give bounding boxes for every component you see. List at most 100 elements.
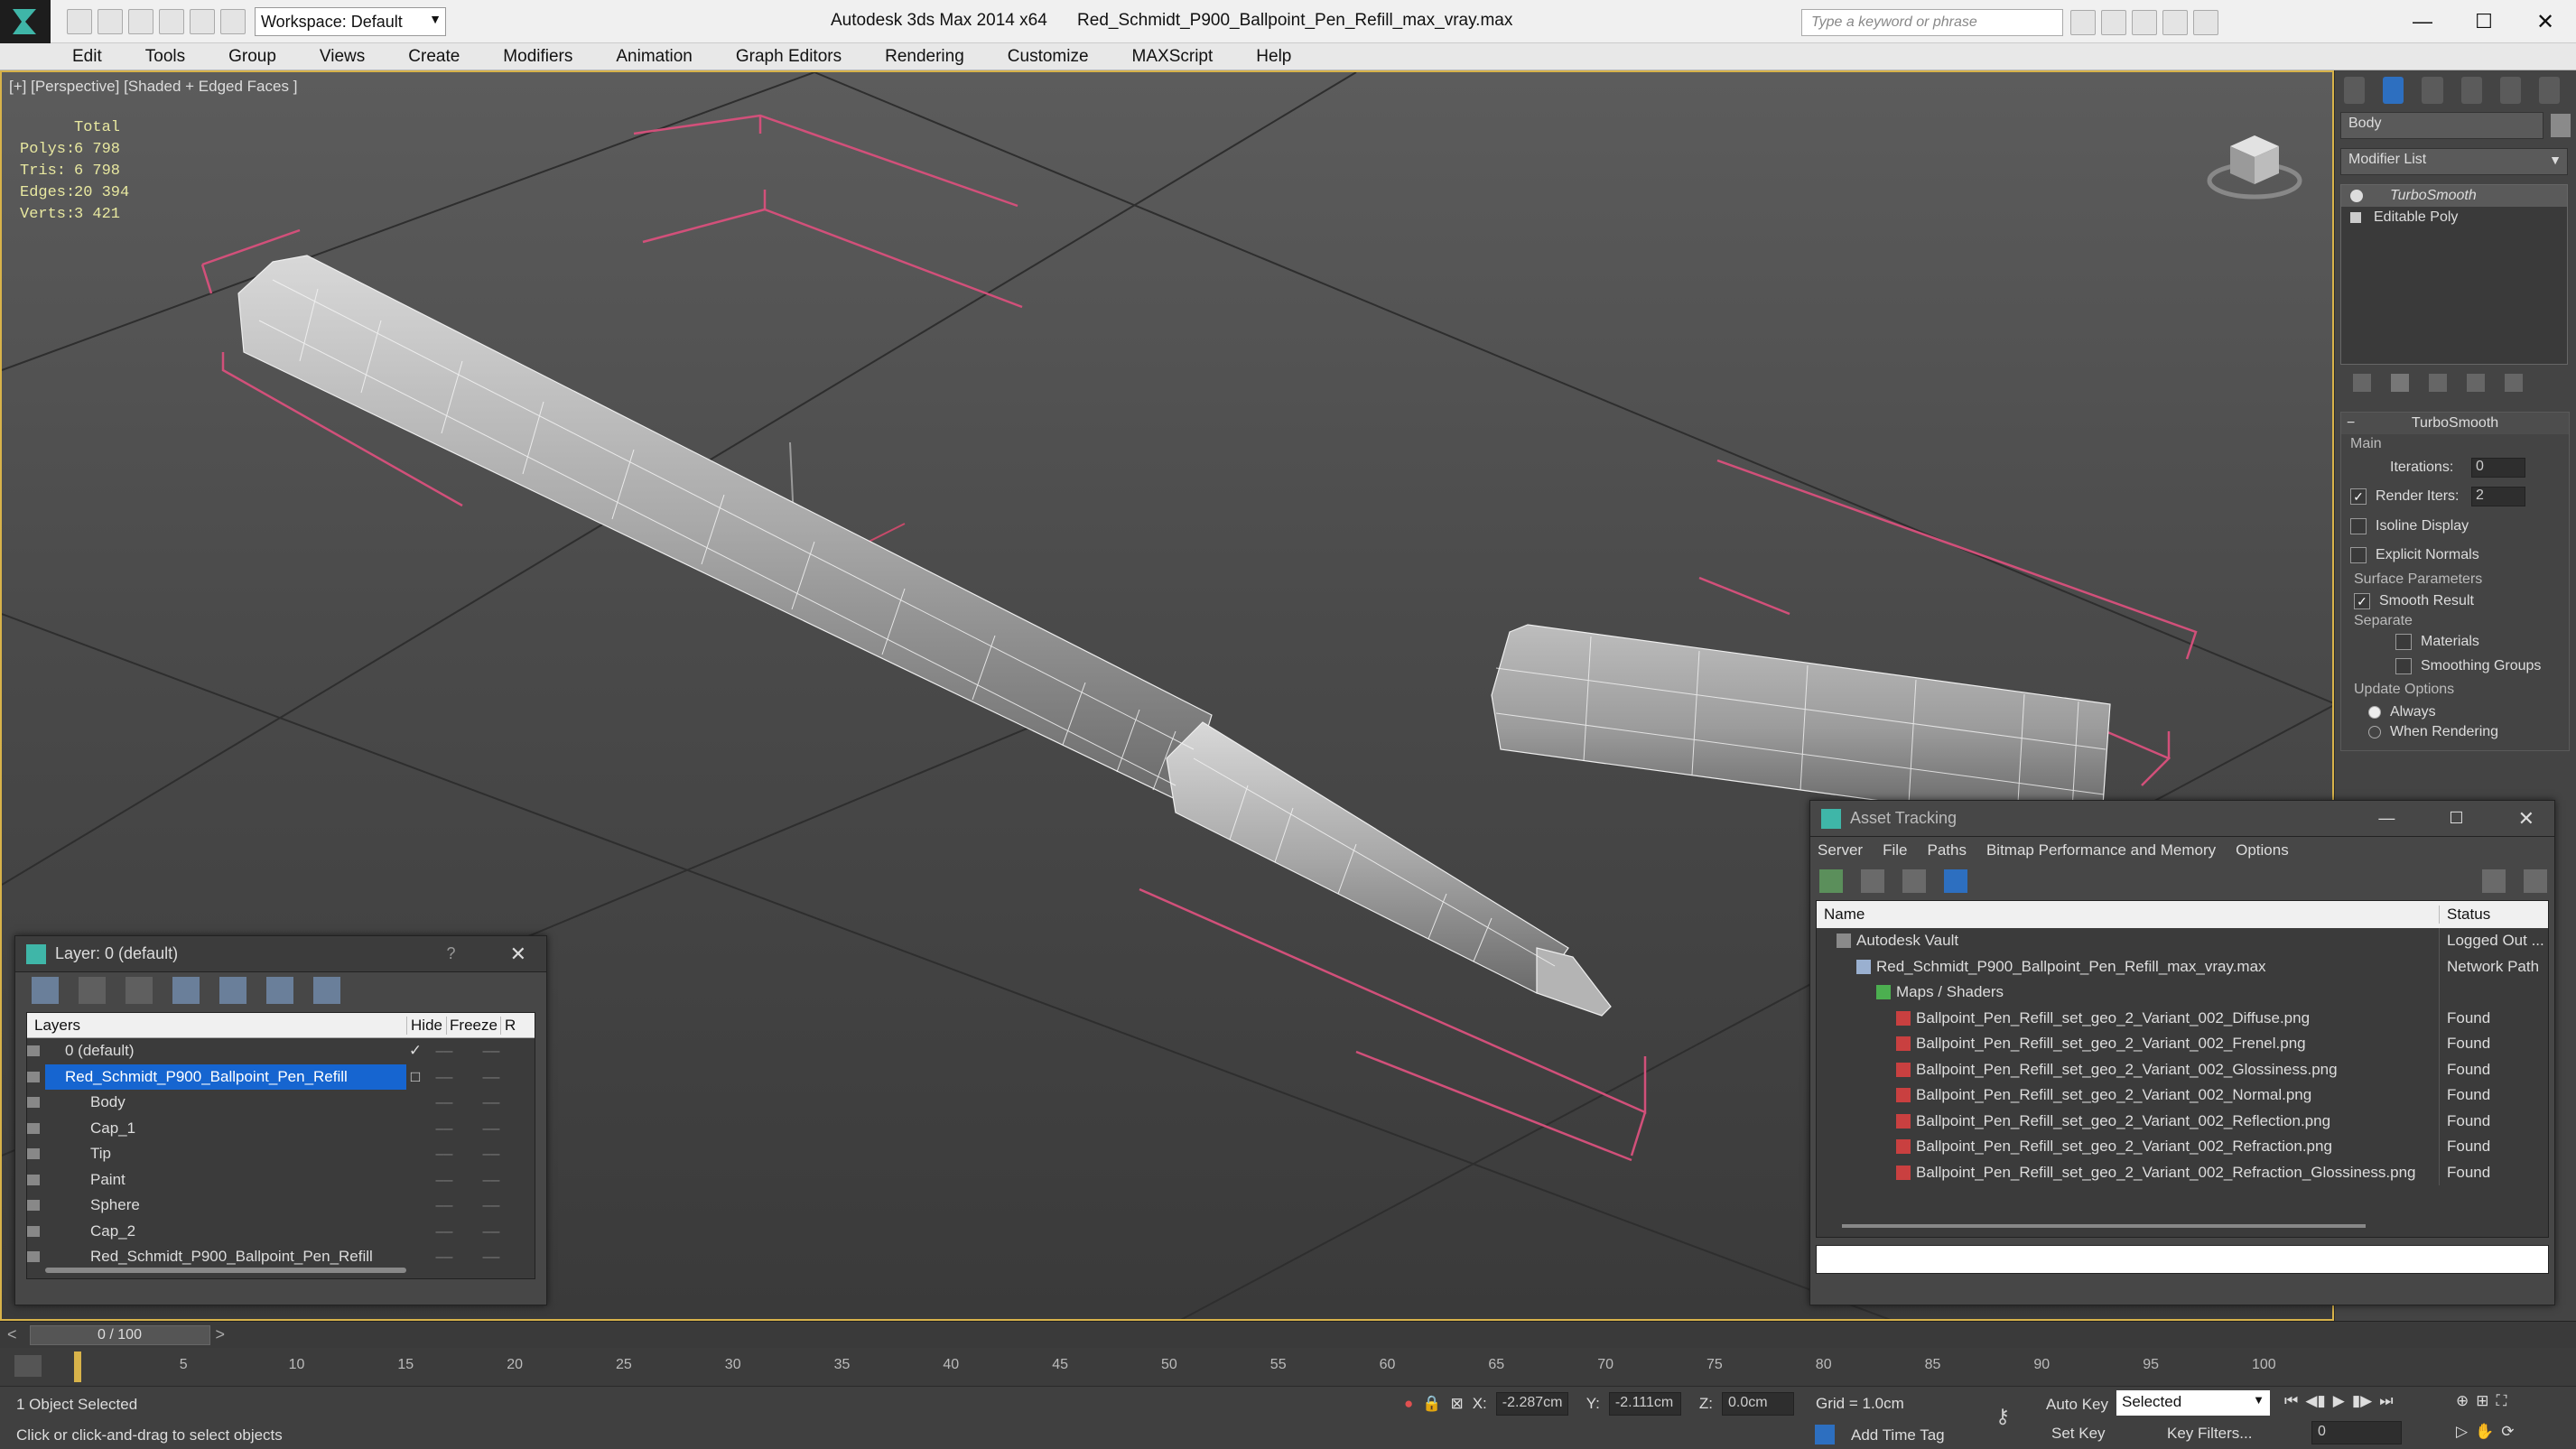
layer-help-button[interactable]: ? [447, 944, 456, 963]
lightbulb-icon[interactable] [2350, 190, 2363, 202]
menu-edit[interactable]: Edit [51, 47, 124, 67]
always-radio[interactable] [2368, 706, 2381, 719]
utilities-tab-icon[interactable] [2538, 77, 2561, 104]
table-view-icon[interactable] [1944, 869, 1967, 893]
iterations-spinner[interactable]: 0 [2471, 458, 2525, 478]
render-iters-checkbox[interactable]: ✓ [2350, 488, 2367, 505]
communication-icon[interactable] [2132, 10, 2157, 35]
asset-window-titlebar[interactable]: Asset Tracking — ☐ ✕ [1810, 801, 2554, 837]
time-slider-thumb[interactable]: 0 / 100 [29, 1324, 210, 1345]
save-icon[interactable] [128, 8, 153, 34]
remove-modifier-icon[interactable] [2467, 374, 2485, 392]
list-view-icon[interactable] [1861, 869, 1884, 893]
current-layer-checkmark[interactable]: ✓ [406, 1038, 424, 1064]
stack-item-turbosmooth[interactable]: TurboSmooth [2341, 185, 2567, 207]
hide-toggle[interactable]: –– [424, 1219, 464, 1245]
freeze-toggle[interactable]: –– [464, 1038, 518, 1064]
select-objects-icon[interactable] [172, 977, 200, 1004]
set-key-button[interactable]: Set Key [2051, 1425, 2106, 1443]
y-coordinate-field[interactable]: -2.111cm [1608, 1392, 1681, 1416]
open-file-icon[interactable] [98, 8, 123, 34]
show-end-result-icon[interactable] [2391, 374, 2409, 392]
horizontal-scrollbar[interactable] [1842, 1224, 2366, 1228]
maximize-button[interactable]: ☐ [2453, 10, 2515, 33]
pin-stack-icon[interactable] [2353, 374, 2371, 392]
help-icon[interactable] [2193, 10, 2218, 35]
key-filters-button[interactable]: Key Filters... [2167, 1425, 2252, 1443]
layer-row[interactable]: Body –– –– [27, 1090, 535, 1116]
hierarchy-tab-icon[interactable] [2422, 77, 2443, 104]
freeze-toggle[interactable]: –– [464, 1141, 518, 1167]
viewcube[interactable] [2205, 117, 2304, 208]
close-icon[interactable]: ✕ [2518, 807, 2534, 831]
menu-create[interactable]: Create [386, 47, 481, 67]
object-color-swatch[interactable] [2551, 114, 2571, 137]
previous-key-icon[interactable]: ◀▮ [2305, 1392, 2325, 1410]
asset-menu-options[interactable]: Options [2236, 841, 2289, 859]
explicit-normals-checkbox[interactable] [2350, 547, 2367, 563]
hide-toggle[interactable]: –– [424, 1141, 464, 1167]
next-frame-button[interactable]: > [216, 1325, 226, 1344]
isoline-display-checkbox[interactable] [2350, 518, 2367, 534]
modifier-list-dropdown[interactable]: Modifier List ▼ [2340, 148, 2568, 175]
layer-row[interactable]: Sphere –– –– [27, 1193, 535, 1219]
binoculars-icon[interactable] [2070, 10, 2096, 35]
hide-toggle[interactable]: –– [424, 1116, 464, 1142]
asset-row[interactable]: Ballpoint_Pen_Refill_set_geo_2_Variant_0… [1817, 1005, 2548, 1031]
freeze-toggle[interactable]: –– [464, 1116, 518, 1142]
asset-menu-bitmap[interactable]: Bitmap Performance and Memory [1986, 841, 2216, 859]
asset-row[interactable]: Maps / Shaders [1817, 980, 2548, 1006]
refresh-icon[interactable] [1819, 869, 1843, 893]
asset-help-icon[interactable] [2482, 869, 2506, 893]
layer-row[interactable]: Cap_2 –– –– [27, 1219, 535, 1245]
col-freeze[interactable]: Freeze [446, 1016, 500, 1035]
menu-modifiers[interactable]: Modifiers [481, 47, 594, 67]
asset-menu-file[interactable]: File [1883, 841, 1907, 859]
freeze-toggle[interactable]: –– [464, 1193, 518, 1219]
hide-toggle[interactable]: –– [424, 1193, 464, 1219]
undo-icon[interactable] [159, 8, 184, 34]
pin-icon[interactable] [2524, 869, 2547, 893]
thumbnail-view-icon[interactable] [1902, 869, 1926, 893]
app-logo[interactable] [0, 0, 51, 43]
asset-row[interactable]: Autodesk Vault Logged Out ... [1817, 928, 2548, 954]
go-to-end-icon[interactable]: ⏭ [2379, 1392, 2393, 1410]
selection-set-dropdown[interactable]: Selected ▼ [2116, 1390, 2270, 1416]
object-name-field[interactable]: Body [2340, 112, 2544, 139]
menu-rendering[interactable]: Rendering [863, 47, 986, 67]
field-of-view-icon[interactable]: ▷ [2456, 1423, 2468, 1441]
asset-row[interactable]: Ballpoint_Pen_Refill_set_geo_2_Variant_0… [1817, 1108, 2548, 1134]
z-coordinate-field[interactable]: 0.0cm [1722, 1392, 1794, 1416]
delete-layer-icon[interactable] [79, 977, 106, 1004]
freeze-toggle[interactable]: –– [464, 1219, 518, 1245]
add-time-tag-button[interactable]: Add Time Tag [1851, 1426, 1945, 1444]
menu-graph-editors[interactable]: Graph Editors [714, 47, 863, 67]
menu-maxscript[interactable]: MAXScript [1111, 47, 1235, 67]
freeze-all-icon[interactable] [313, 977, 340, 1004]
layer-row[interactable]: Red_Schmidt_P900_Ballpoint_Pen_Refill –– –… [27, 1244, 535, 1270]
col-name[interactable]: Name [1817, 906, 2440, 924]
plus-icon[interactable] [2350, 212, 2361, 223]
isolate-icon[interactable]: ● [1404, 1395, 1413, 1413]
asset-row[interactable]: Ballpoint_Pen_Refill_set_geo_2_Variant_0… [1817, 1159, 2548, 1185]
add-to-layer-icon[interactable] [126, 977, 153, 1004]
menu-animation[interactable]: Animation [594, 47, 714, 67]
freeze-toggle[interactable]: –– [464, 1167, 518, 1194]
next-key-icon[interactable]: ▮▶ [2352, 1392, 2372, 1410]
layer-row[interactable]: Tip –– –– [27, 1141, 535, 1167]
subscription-icon[interactable] [2101, 10, 2126, 35]
zoom-icon[interactable]: ⊕ [2456, 1392, 2469, 1410]
configure-sets-icon[interactable] [2505, 374, 2523, 392]
prev-frame-button[interactable]: < [7, 1325, 17, 1344]
menu-tools[interactable]: Tools [124, 47, 207, 67]
project-icon[interactable] [220, 8, 246, 34]
asset-path-field[interactable] [1816, 1245, 2549, 1274]
menu-help[interactable]: Help [1234, 47, 1313, 67]
play-icon[interactable]: ▶ [2333, 1392, 2345, 1410]
asset-row[interactable]: Ballpoint_Pen_Refill_set_geo_2_Variant_0… [1817, 1082, 2548, 1109]
go-to-start-icon[interactable]: ⏮ [2284, 1392, 2298, 1410]
auto-key-button[interactable]: Auto Key [2046, 1396, 2108, 1414]
track-bar-icon[interactable] [14, 1355, 42, 1377]
highlight-layer-icon[interactable] [219, 977, 246, 1004]
freeze-toggle[interactable]: –– [464, 1064, 518, 1091]
